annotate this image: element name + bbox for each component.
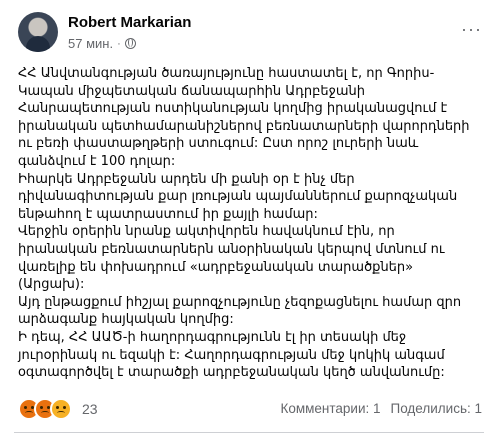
post-paragraph: Վերջին օրերին նրանք ակտիվորեն հավակնում … (18, 224, 445, 293)
comments-count-link[interactable]: Комментарии: 1 (280, 401, 380, 416)
post-paragraph: Իհարկե Ադրբեջանն արդեն մի քանի օր է ինչ … (18, 171, 458, 222)
author-avatar[interactable] (18, 12, 58, 52)
globe-icon[interactable] (124, 38, 136, 49)
post-paragraph: ՀՀ Անվտանգության ծառայությունը հաստատել … (18, 66, 470, 169)
post-time[interactable]: 57 мин. (68, 36, 113, 51)
author-name[interactable]: Robert Markarian (68, 14, 191, 31)
post-text: ՀՀ Անվտանգության ծառայությունը հաստատել … (18, 65, 478, 382)
post-header: Robert Markarian 57 мин. · ··· (18, 12, 484, 58)
post-paragraph: Այդ ընթացքում իհշյալ քարոզչությունը չեզո… (18, 294, 462, 328)
reaction-count[interactable]: 23 (82, 401, 98, 417)
shares-count-link[interactable]: Поделились: 1 (391, 401, 482, 416)
meta-separator: · (117, 37, 121, 50)
reactions-summary[interactable]: 23 (18, 398, 98, 420)
sad-reaction-icon (50, 398, 72, 420)
more-options-icon[interactable]: ··· (461, 20, 482, 38)
divider (14, 432, 484, 433)
post-stats: Комментарии: 1 Поделились: 1 (280, 401, 482, 416)
post-paragraph: Ի դեպ, ՀՀ ԱԱԾ-ի հաղորդագրությունն էլ իր … (18, 329, 445, 381)
post-meta: 57 мин. · (68, 36, 136, 51)
